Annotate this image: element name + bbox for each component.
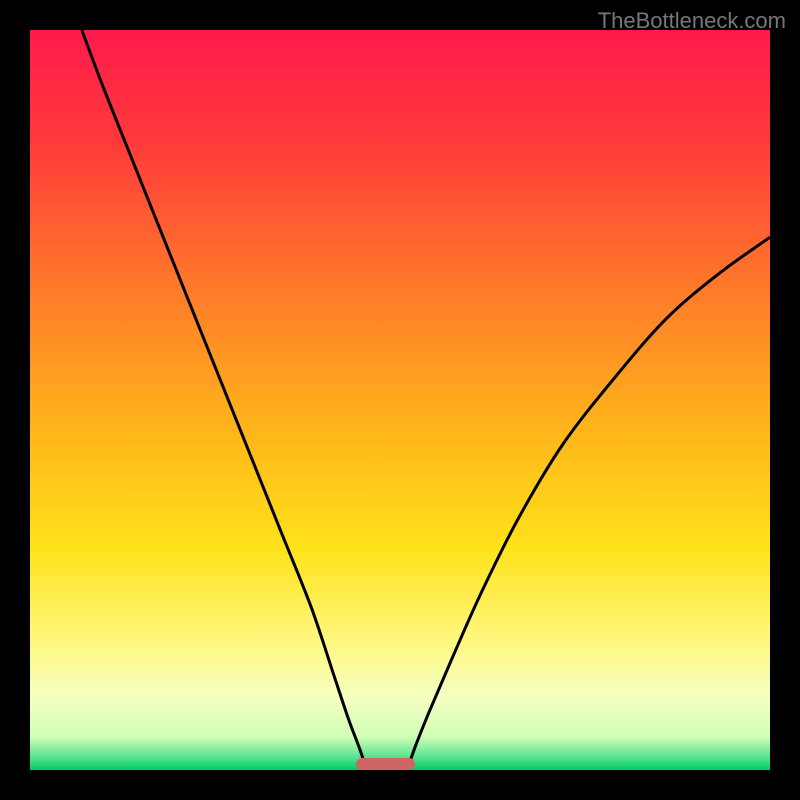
- bottleneck-curve: [30, 30, 770, 770]
- curve-left-path: [82, 30, 367, 770]
- chart-area: [30, 30, 770, 770]
- watermark-text: TheBottleneck.com: [598, 8, 786, 34]
- optimal-range-marker: [356, 758, 415, 770]
- curve-right-path: [407, 237, 770, 770]
